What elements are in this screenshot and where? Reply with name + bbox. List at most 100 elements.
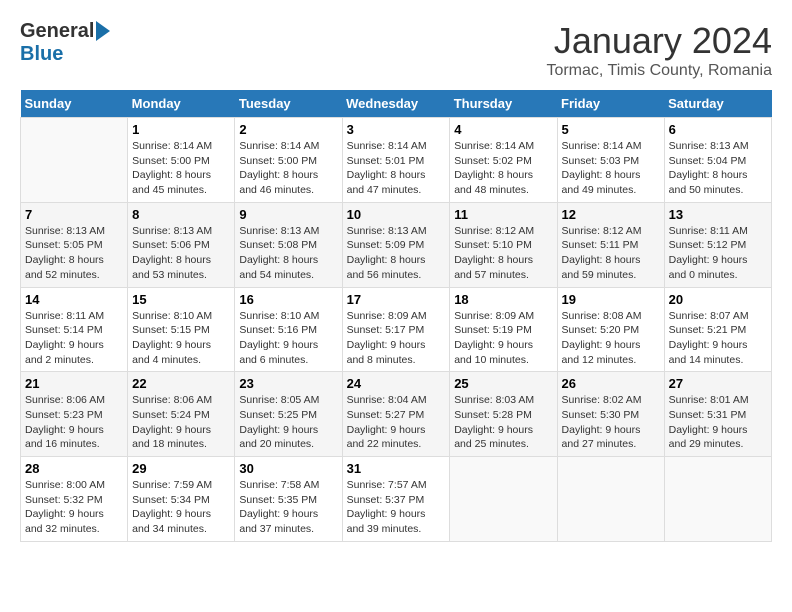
day-info: Sunrise: 8:02 AMSunset: 5:30 PMDaylight:… — [562, 393, 660, 452]
calendar-cell: 8 Sunrise: 8:13 AMSunset: 5:06 PMDaylight… — [128, 202, 235, 287]
calendar-cell: 5 Sunrise: 8:14 AMSunset: 5:03 PMDaylight… — [557, 118, 664, 203]
day-number: 28 — [25, 461, 123, 476]
page-header: General Blue January 2024 Tormac, Timis … — [20, 20, 772, 80]
day-info: Sunrise: 8:13 AMSunset: 5:08 PMDaylight:… — [239, 224, 337, 283]
calendar-week-row: 28 Sunrise: 8:00 AMSunset: 5:32 PMDayligh… — [21, 457, 772, 542]
day-number: 10 — [347, 207, 446, 222]
calendar-cell: 20 Sunrise: 8:07 AMSunset: 5:21 PMDayligh… — [664, 287, 771, 372]
calendar-cell: 26Sunrise: 8:02 AMSunset: 5:30 PMDayligh… — [557, 372, 664, 457]
day-info: Sunrise: 8:12 AMSunset: 5:11 PMDaylight:… — [562, 224, 660, 283]
column-header-friday: Friday — [557, 90, 664, 118]
day-info: Sunrise: 8:13 AMSunset: 5:09 PMDaylight:… — [347, 224, 446, 283]
calendar-cell — [557, 457, 664, 542]
day-info: Sunrise: 8:07 AMSunset: 5:21 PMDaylight:… — [669, 309, 767, 368]
calendar-cell: 16 Sunrise: 8:10 AMSunset: 5:16 PMDayligh… — [235, 287, 342, 372]
calendar-cell: 25 Sunrise: 8:03 AMSunset: 5:28 PMDayligh… — [450, 372, 557, 457]
day-info: Sunrise: 8:11 AMSunset: 5:14 PMDaylight:… — [25, 309, 123, 368]
calendar-cell: 19 Sunrise: 8:08 AMSunset: 5:20 PMDayligh… — [557, 287, 664, 372]
column-header-tuesday: Tuesday — [235, 90, 342, 118]
location: Tormac, Timis County, Romania — [546, 62, 772, 80]
day-info: Sunrise: 7:59 AMSunset: 5:34 PMDaylight:… — [132, 478, 230, 537]
calendar-cell: 2 Sunrise: 8:14 AMSunset: 5:00 PMDaylight… — [235, 118, 342, 203]
calendar-cell: 23Sunrise: 8:05 AMSunset: 5:25 PMDayligh… — [235, 372, 342, 457]
day-info: Sunrise: 8:14 AMSunset: 5:03 PMDaylight:… — [562, 139, 660, 198]
calendar-cell: 24 Sunrise: 8:04 AMSunset: 5:27 PMDayligh… — [342, 372, 450, 457]
day-info: Sunrise: 8:13 AMSunset: 5:05 PMDaylight:… — [25, 224, 123, 283]
day-info: Sunrise: 8:14 AMSunset: 5:00 PMDaylight:… — [239, 139, 337, 198]
calendar-cell: 10 Sunrise: 8:13 AMSunset: 5:09 PMDayligh… — [342, 202, 450, 287]
month-title: January 2024 — [546, 20, 772, 62]
calendar-cell: 13Sunrise: 8:11 AMSunset: 5:12 PMDayligh… — [664, 202, 771, 287]
calendar-cell: 15 Sunrise: 8:10 AMSunset: 5:15 PMDayligh… — [128, 287, 235, 372]
logo: General Blue — [20, 20, 110, 66]
calendar-cell: 4 Sunrise: 8:14 AMSunset: 5:02 PMDaylight… — [450, 118, 557, 203]
title-section: January 2024 Tormac, Timis County, Roman… — [546, 20, 772, 80]
calendar-header-row: SundayMondayTuesdayWednesdayThursdayFrid… — [21, 90, 772, 118]
day-info: Sunrise: 8:13 AMSunset: 5:04 PMDaylight:… — [669, 139, 767, 198]
day-number: 4 — [454, 122, 552, 137]
day-number: 5 — [562, 122, 660, 137]
calendar-cell: 30 Sunrise: 7:58 AMSunset: 5:35 PMDayligh… — [235, 457, 342, 542]
day-number: 25 — [454, 376, 552, 391]
day-info: Sunrise: 8:05 AMSunset: 5:25 PMDaylight:… — [239, 393, 337, 452]
day-number: 27 — [669, 376, 767, 391]
day-number: 15 — [132, 292, 230, 307]
day-info: Sunrise: 8:12 AMSunset: 5:10 PMDaylight:… — [454, 224, 552, 283]
calendar-cell: 22 Sunrise: 8:06 AMSunset: 5:24 PMDayligh… — [128, 372, 235, 457]
day-info: Sunrise: 8:11 AMSunset: 5:12 PMDaylight:… — [669, 224, 767, 283]
calendar-cell: 12Sunrise: 8:12 AMSunset: 5:11 PMDayligh… — [557, 202, 664, 287]
calendar-table: SundayMondayTuesdayWednesdayThursdayFrid… — [20, 90, 772, 542]
day-number: 14 — [25, 292, 123, 307]
day-info: Sunrise: 8:00 AMSunset: 5:32 PMDaylight:… — [25, 478, 123, 537]
day-number: 29 — [132, 461, 230, 476]
column-header-thursday: Thursday — [450, 90, 557, 118]
column-header-wednesday: Wednesday — [342, 90, 450, 118]
day-info: Sunrise: 8:06 AMSunset: 5:24 PMDaylight:… — [132, 393, 230, 452]
day-number: 2 — [239, 122, 337, 137]
day-info: Sunrise: 8:13 AMSunset: 5:06 PMDaylight:… — [132, 224, 230, 283]
calendar-week-row: 14 Sunrise: 8:11 AMSunset: 5:14 PMDayligh… — [21, 287, 772, 372]
day-info: Sunrise: 8:14 AMSunset: 5:02 PMDaylight:… — [454, 139, 552, 198]
day-number: 3 — [347, 122, 446, 137]
calendar-cell: 3 Sunrise: 8:14 AMSunset: 5:01 PMDaylight… — [342, 118, 450, 203]
calendar-cell: 18 Sunrise: 8:09 AMSunset: 5:19 PMDayligh… — [450, 287, 557, 372]
calendar-cell: 1 Sunrise: 8:14 AMSunset: 5:00 PMDaylight… — [128, 118, 235, 203]
day-number: 1 — [132, 122, 230, 137]
day-number: 19 — [562, 292, 660, 307]
calendar-cell: 29 Sunrise: 7:59 AMSunset: 5:34 PMDayligh… — [128, 457, 235, 542]
day-info: Sunrise: 8:14 AMSunset: 5:01 PMDaylight:… — [347, 139, 446, 198]
calendar-cell — [664, 457, 771, 542]
day-number: 24 — [347, 376, 446, 391]
day-info: Sunrise: 7:58 AMSunset: 5:35 PMDaylight:… — [239, 478, 337, 537]
calendar-cell: 9 Sunrise: 8:13 AMSunset: 5:08 PMDaylight… — [235, 202, 342, 287]
day-number: 30 — [239, 461, 337, 476]
column-header-monday: Monday — [128, 90, 235, 118]
calendar-cell: 11 Sunrise: 8:12 AMSunset: 5:10 PMDayligh… — [450, 202, 557, 287]
day-info: Sunrise: 8:06 AMSunset: 5:23 PMDaylight:… — [25, 393, 123, 452]
day-number: 20 — [669, 292, 767, 307]
logo-general: General — [20, 20, 94, 43]
logo-blue: Blue — [20, 43, 63, 66]
day-info: Sunrise: 8:08 AMSunset: 5:20 PMDaylight:… — [562, 309, 660, 368]
calendar-week-row: 7Sunrise: 8:13 AMSunset: 5:05 PMDaylight… — [21, 202, 772, 287]
day-info: Sunrise: 8:09 AMSunset: 5:19 PMDaylight:… — [454, 309, 552, 368]
day-number: 6 — [669, 122, 767, 137]
day-info: Sunrise: 8:01 AMSunset: 5:31 PMDaylight:… — [669, 393, 767, 452]
day-number: 8 — [132, 207, 230, 222]
calendar-cell — [21, 118, 128, 203]
day-number: 16 — [239, 292, 337, 307]
column-header-saturday: Saturday — [664, 90, 771, 118]
day-info: Sunrise: 8:04 AMSunset: 5:27 PMDaylight:… — [347, 393, 446, 452]
day-info: Sunrise: 8:10 AMSunset: 5:16 PMDaylight:… — [239, 309, 337, 368]
day-info: Sunrise: 7:57 AMSunset: 5:37 PMDaylight:… — [347, 478, 446, 537]
day-info: Sunrise: 8:03 AMSunset: 5:28 PMDaylight:… — [454, 393, 552, 452]
day-number: 21 — [25, 376, 123, 391]
day-number: 11 — [454, 207, 552, 222]
day-number: 18 — [454, 292, 552, 307]
day-info: Sunrise: 8:10 AMSunset: 5:15 PMDaylight:… — [132, 309, 230, 368]
day-number: 31 — [347, 461, 446, 476]
calendar-week-row: 21 Sunrise: 8:06 AMSunset: 5:23 PMDayligh… — [21, 372, 772, 457]
day-number: 9 — [239, 207, 337, 222]
day-info: Sunrise: 8:14 AMSunset: 5:00 PMDaylight:… — [132, 139, 230, 198]
day-number: 22 — [132, 376, 230, 391]
